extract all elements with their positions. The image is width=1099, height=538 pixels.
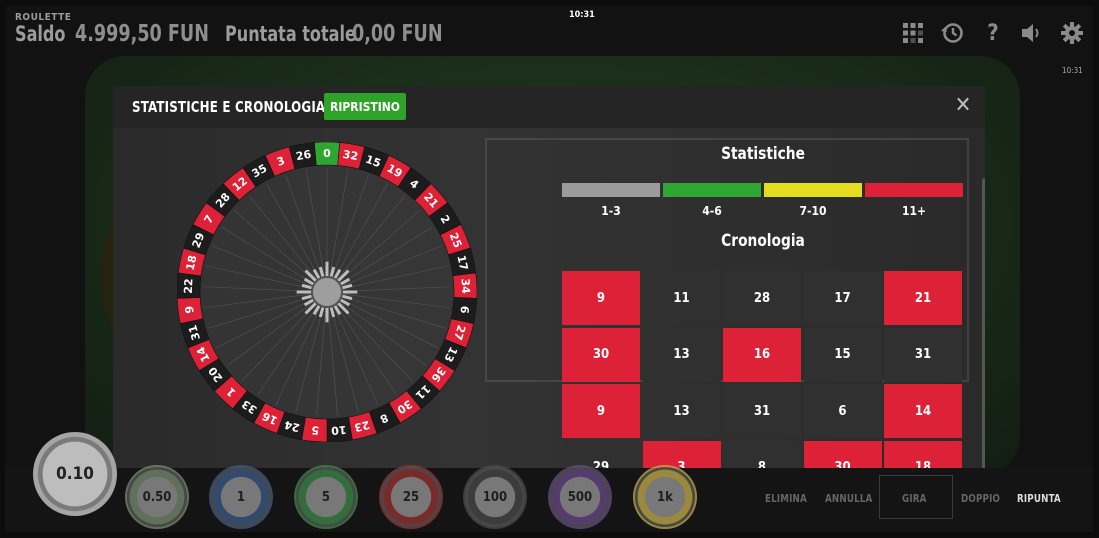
statistics-title: Statistiche [721, 144, 805, 164]
clock: 10:31 [569, 10, 595, 20]
history-cell: 30 [562, 327, 640, 382]
layout-icon[interactable] [901, 21, 925, 45]
chip-1k[interactable]: 1k [633, 465, 697, 529]
stat-label-7-10: 7-10 [799, 204, 827, 218]
chip-value: 5 [321, 489, 331, 505]
history-cell: 28 [723, 271, 801, 325]
stat-bar-4-6 [663, 183, 761, 197]
chip-value: 500 [567, 489, 593, 505]
help-icon[interactable]: ? [981, 21, 1005, 46]
undo-button[interactable]: ANNULLA [825, 492, 872, 505]
clock-secondary: 10:31 [1062, 66, 1083, 75]
chip-1[interactable]: 1 [209, 465, 273, 529]
chip-value: 1k [657, 489, 673, 505]
history-title: Cronologia [721, 231, 805, 251]
stats-history-modal: STATISTICHE E CRONOLOGIA RIPRISTINO ✕ 03… [113, 86, 985, 476]
history-cell: 17 [803, 271, 882, 325]
chip-value: 100 [482, 489, 508, 505]
rebet-button[interactable]: RIPUNTA [1017, 492, 1061, 505]
modal-title: STATISTICHE E CRONOLOGIA [132, 98, 326, 116]
chip-value: 25 [402, 489, 420, 505]
history-cell: 14 [884, 384, 962, 438]
history-cell: 13 [642, 327, 721, 382]
double-button[interactable]: DOPPIO [961, 492, 1000, 505]
history-cell: 9 [562, 384, 640, 438]
close-icon[interactable]: ✕ [951, 93, 975, 118]
chip-25[interactable]: 25 [379, 465, 443, 529]
history-cell: 13 [642, 384, 721, 438]
balance-label: Saldo [15, 22, 66, 46]
settings-icon[interactable] [1060, 21, 1084, 45]
total-bet-label: Puntata totale [225, 22, 356, 46]
chip-500[interactable]: 500 [548, 465, 612, 529]
clear-button[interactable]: ELIMINA [765, 492, 807, 505]
stat-label-4-6: 4-6 [702, 204, 722, 218]
history-icon[interactable] [940, 21, 964, 45]
wheel-number: 32 [342, 148, 359, 163]
wheel-number: 0 [323, 147, 331, 160]
history-cell: 31 [884, 327, 962, 382]
chip-0.50[interactable]: 0.50 [125, 465, 189, 529]
game-frame: ROULETTE Saldo 4.999,50 FUN Puntata tota… [5, 6, 1093, 532]
chip-value: 1 [236, 489, 246, 505]
selected-chip[interactable]: 0.10 [33, 432, 117, 516]
wheel-number: 26 [295, 148, 313, 163]
sound-icon[interactable] [1020, 21, 1044, 45]
history-cell: 21 [884, 271, 962, 325]
history-cell: 11 [642, 271, 721, 325]
wheel-number: 34 [459, 278, 473, 294]
stat-label-1-3: 1-3 [601, 204, 621, 218]
wheel-number: 9 [183, 305, 197, 314]
history-cell: 6 [803, 384, 882, 438]
top-bar: ROULETTE Saldo 4.999,50 FUN Puntata tota… [5, 6, 1093, 52]
chip-5[interactable]: 5 [294, 465, 358, 529]
history-cell: 15 [803, 327, 882, 382]
modal-body: 0 32 15 19 4 21 2 25 17 34 6 27 13 36 11 30 8 23 10 5 24 16 33… [113, 128, 985, 476]
history-cell: 31 [723, 384, 801, 438]
wheel-number: 5 [311, 423, 320, 437]
balance-value: 4.999,50 FUN [75, 21, 209, 47]
reset-button[interactable]: RIPRISTINO [324, 93, 406, 120]
stat-bar-1-3 [562, 183, 660, 197]
wheel-number: 10 [330, 423, 347, 437]
chip-100[interactable]: 100 [463, 465, 527, 529]
spin-label: GIRA [902, 492, 927, 505]
total-bet-value: 0,00 FUN [352, 21, 443, 47]
chip-value: 0.50 [142, 489, 172, 505]
selected-chip-value: 0.10 [56, 464, 94, 484]
history-cell: 16 [723, 327, 801, 382]
modal-header: STATISTICHE E CRONOLOGIA RIPRISTINO ✕ [113, 86, 985, 128]
stat-bar-7-10 [764, 183, 862, 197]
wheel-hub [311, 276, 343, 308]
stat-label-11-plus: 11+ [901, 204, 927, 218]
modal-scrollbar[interactable] [982, 178, 985, 474]
stat-bar-11-plus [865, 183, 963, 197]
roulette-wheel: 0 32 1519421225173462713361130823105241633… [177, 142, 477, 442]
history-cell: 9 [562, 271, 640, 325]
wheel-number: 22 [182, 278, 196, 294]
